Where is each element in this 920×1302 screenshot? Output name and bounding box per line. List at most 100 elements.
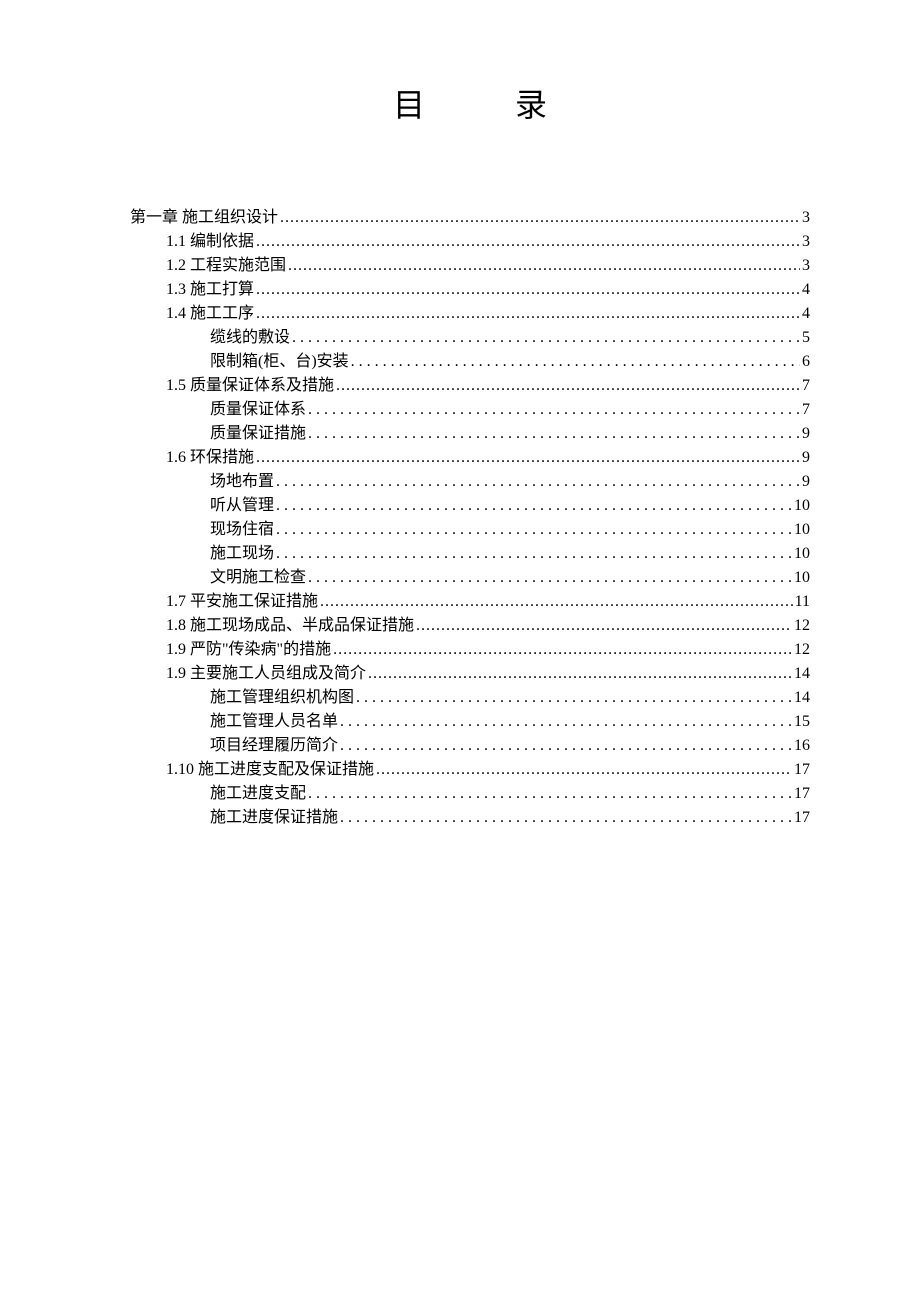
toc-entry-label: 1.4 施工工序 (166, 302, 254, 326)
toc-entry-label: 1.9 严防"传染病"的措施 (166, 638, 331, 662)
toc-entry-page: 12 (794, 638, 810, 662)
title-char-2: 录 (515, 87, 547, 123)
toc-entry-label: 缆线的敷设 (210, 326, 290, 350)
toc-entry-page: 5 (802, 326, 810, 350)
toc-entry: 第一章 施工组织设计 3 (130, 206, 810, 230)
toc-entry: 限制箱(柜、台)安装 6 (210, 350, 810, 374)
toc-entry-page: 10 (794, 518, 810, 542)
toc-entry: 施工进度支配 17 (210, 782, 810, 806)
toc-leader-dots (256, 302, 800, 318)
toc-leader-dots (416, 614, 792, 630)
toc-entry-page: 4 (802, 278, 810, 302)
toc-entry-label: 项目经理履历简介 (210, 734, 338, 758)
toc-entry-page: 17 (794, 758, 810, 782)
toc-entry-page: 3 (802, 254, 810, 278)
toc-entry-page: 4 (802, 302, 810, 326)
toc-entry-page: 12 (794, 614, 810, 638)
toc-leader-dots (276, 518, 792, 534)
toc-leader-dots (276, 542, 792, 558)
toc-entry: 施工现场 10 (210, 542, 810, 566)
toc-entry-label: 施工现场 (210, 542, 274, 566)
toc-entry-label: 1.2 工程实施范围 (166, 254, 286, 278)
toc-leader-dots (340, 734, 792, 750)
toc-leader-dots (288, 254, 800, 270)
toc-entry-label: 施工进度支配 (210, 782, 306, 806)
toc-entry-page: 9 (802, 446, 810, 470)
toc-entry: 现场住宿 10 (210, 518, 810, 542)
table-of-contents: 第一章 施工组织设计 31.1 编制依据31.2 工程实施范围 3 1.3 施工打算 4… (130, 206, 810, 830)
toc-leader-dots (308, 398, 800, 414)
toc-entry-label: 施工管理组织机构图 (210, 686, 354, 710)
toc-entry-label: 第一章 施工组织设计 (130, 206, 278, 230)
page-title: 目录 (130, 80, 810, 126)
toc-leader-dots (333, 638, 792, 654)
toc-entry-page: 6 (802, 350, 810, 374)
toc-entry: 1.10 施工进度支配及保证措施17 (166, 758, 810, 782)
toc-leader-dots (256, 446, 800, 462)
toc-leader-dots (280, 206, 800, 222)
toc-entry: 施工进度保证措施17 (210, 806, 810, 830)
toc-entry: 质量保证体系 7 (210, 398, 810, 422)
toc-entry: 1.4 施工工序 4 (166, 302, 810, 326)
toc-entry: 场地布置 9 (210, 470, 810, 494)
toc-entry-label: 质量保证体系 (210, 398, 306, 422)
toc-entry: 施工管理组织机构图 14 (210, 686, 810, 710)
toc-entry-page: 10 (794, 494, 810, 518)
toc-entry-page: 16 (794, 734, 810, 758)
toc-entry-label: 1.6 环保措施 (166, 446, 254, 470)
toc-leader-dots (308, 422, 800, 438)
toc-entry-label: 1.5 质量保证体系及措施 (166, 374, 334, 398)
toc-entry-label: 现场住宿 (210, 518, 274, 542)
toc-leader-dots (340, 806, 792, 822)
toc-entry-label: 1.1 编制依据 (166, 230, 254, 254)
toc-leader-dots (308, 782, 792, 798)
toc-entry: 1.1 编制依据3 (166, 230, 810, 254)
toc-entry-label: 1.9 主要施工人员组成及简介 (166, 662, 366, 686)
toc-entry: 1.5 质量保证体系及措施 7 (166, 374, 810, 398)
toc-entry: 1.9 严防"传染病"的措施 12 (166, 638, 810, 662)
toc-entry: 文明施工检查10 (210, 566, 810, 590)
toc-entry-label: 质量保证措施 (210, 422, 306, 446)
toc-entry-page: 9 (802, 470, 810, 494)
toc-entry-label: 1.3 施工打算 (166, 278, 254, 302)
toc-entry-label: 1.7 平安施工保证措施 (166, 590, 318, 614)
toc-leader-dots (376, 758, 792, 774)
toc-leader-dots (368, 662, 792, 678)
toc-leader-dots (340, 710, 792, 726)
toc-entry: 1.9 主要施工人员组成及简介 14 (166, 662, 810, 686)
toc-leader-dots (256, 278, 800, 294)
toc-entry-page: 14 (794, 686, 810, 710)
toc-entry-page: 15 (794, 710, 810, 734)
toc-entry-page: 7 (802, 398, 810, 422)
toc-entry: 施工管理人员名单 15 (210, 710, 810, 734)
toc-leader-dots (276, 494, 792, 510)
toc-leader-dots (308, 566, 792, 582)
toc-entry-page: 10 (794, 542, 810, 566)
toc-leader-dots (336, 374, 800, 390)
toc-entry-label: 限制箱(柜、台)安装 (210, 350, 349, 374)
toc-leader-dots (320, 590, 793, 606)
toc-leader-dots (351, 350, 800, 366)
toc-entry-page: 3 (802, 206, 810, 230)
toc-entry: 1.2 工程实施范围 3 (166, 254, 810, 278)
toc-entry-page: 17 (794, 806, 810, 830)
toc-entry-label: 听从管理 (210, 494, 274, 518)
toc-entry: 质量保证措施 9 (210, 422, 810, 446)
toc-entry-page: 17 (794, 782, 810, 806)
toc-entry-label: 1.8 施工现场成品、半成品保证措施 (166, 614, 414, 638)
toc-entry: 听从管理 10 (210, 494, 810, 518)
toc-entry-page: 11 (795, 590, 810, 614)
toc-entry-page: 14 (794, 662, 810, 686)
toc-leader-dots (256, 230, 800, 246)
toc-leader-dots (292, 326, 800, 342)
toc-entry: 1.8 施工现场成品、半成品保证措施 12 (166, 614, 810, 638)
toc-entry-page: 7 (802, 374, 810, 398)
toc-entry-label: 施工管理人员名单 (210, 710, 338, 734)
toc-entry-label: 场地布置 (210, 470, 274, 494)
toc-entry: 缆线的敷设 5 (210, 326, 810, 350)
toc-entry-page: 9 (802, 422, 810, 446)
title-char-1: 目 (393, 80, 425, 126)
toc-entry-label: 文明施工检查 (210, 566, 306, 590)
toc-entry: 项目经理履历简介 16 (210, 734, 810, 758)
toc-leader-dots (276, 470, 800, 486)
